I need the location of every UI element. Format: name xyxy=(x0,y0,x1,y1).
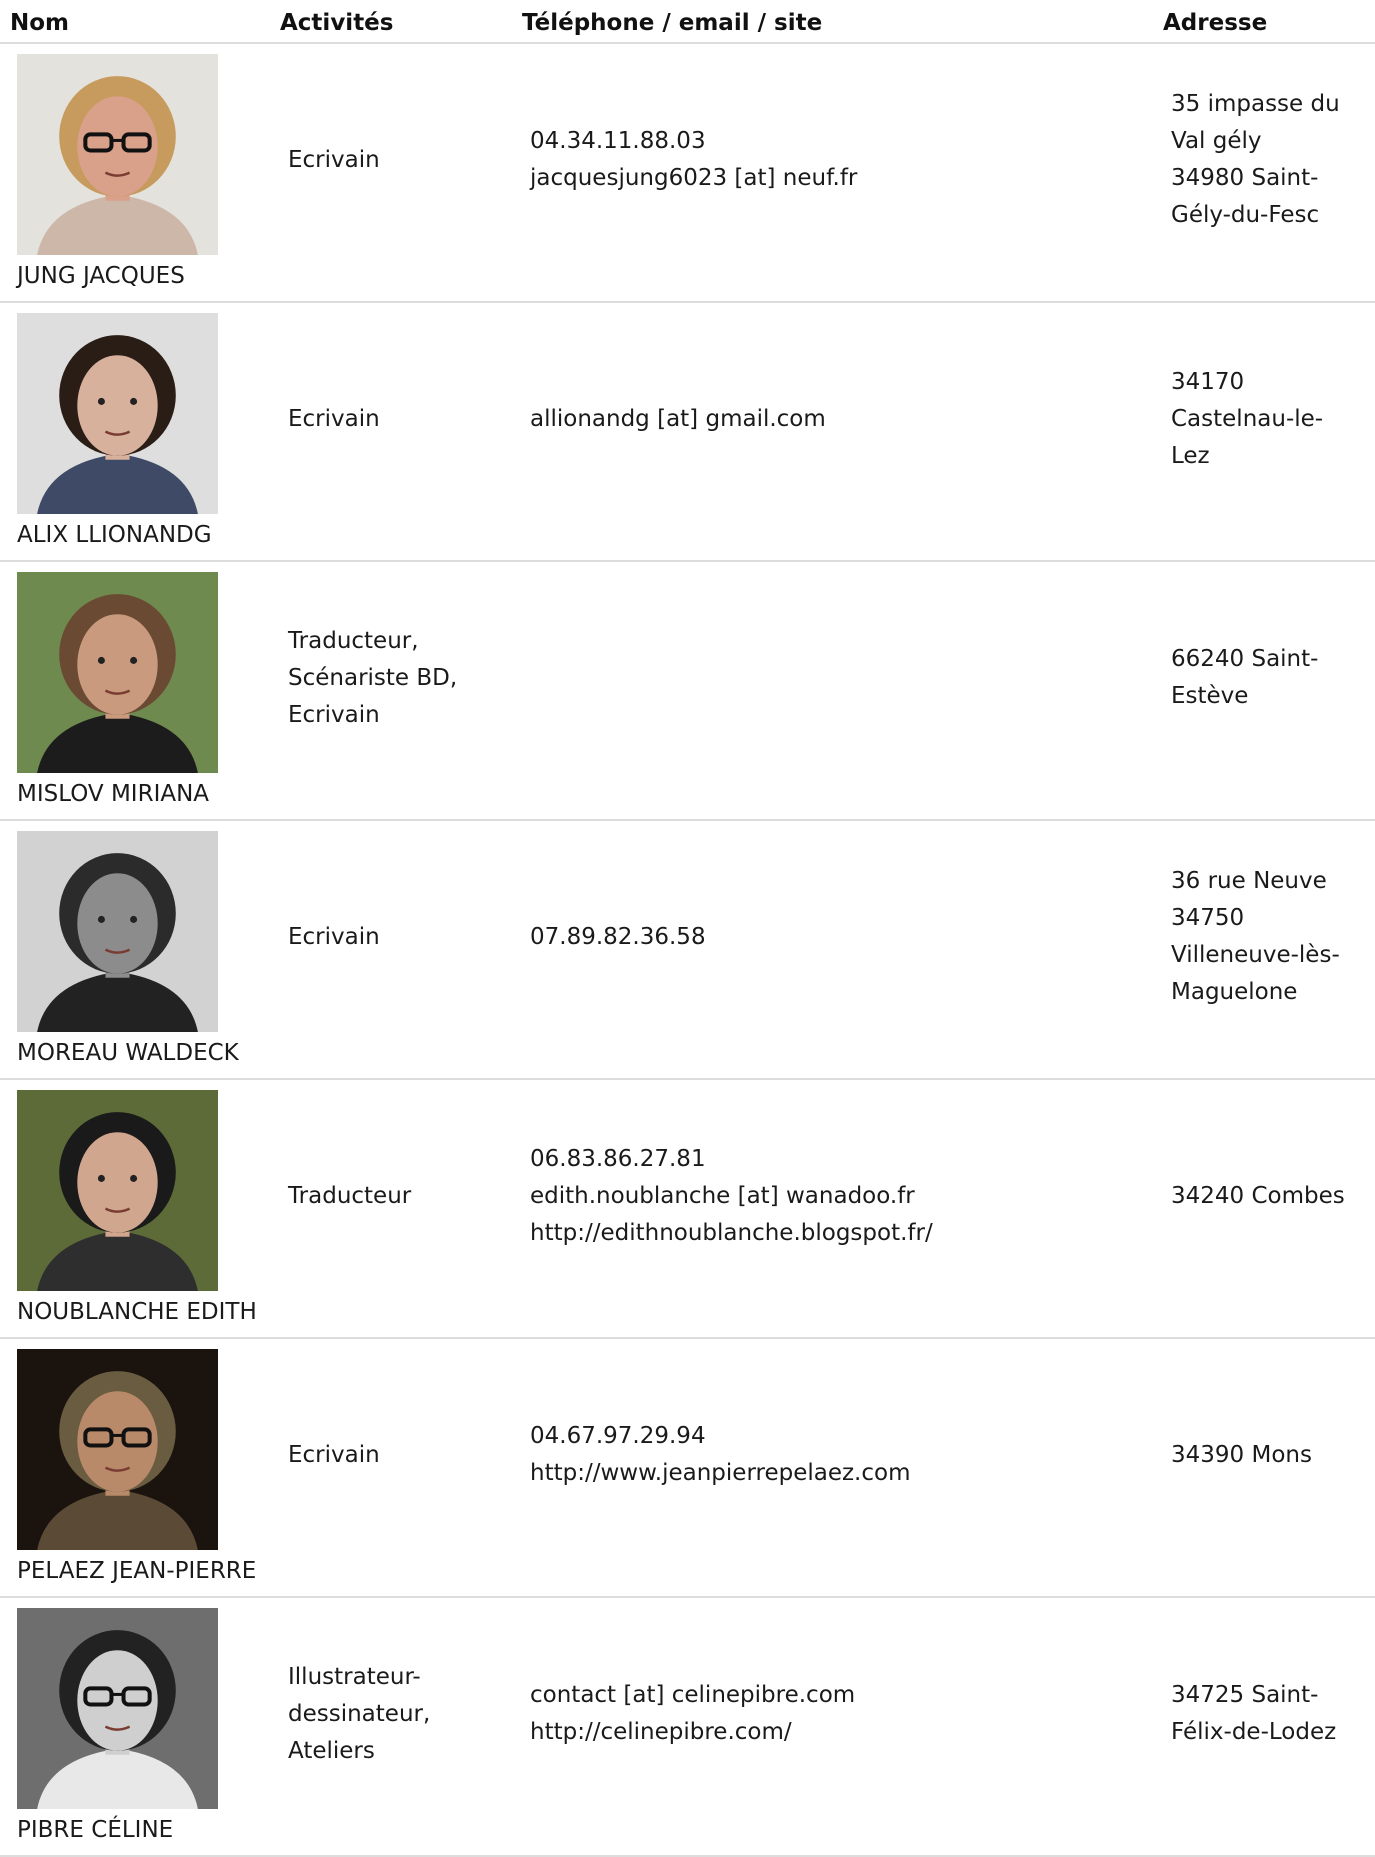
author-photo[interactable] xyxy=(17,1608,218,1809)
activities-cell-line: Ecrivain xyxy=(288,701,380,728)
portrait-image xyxy=(17,313,218,514)
address-cell-line: Castelnau-le- xyxy=(1171,405,1324,432)
address-cell-line: Estève xyxy=(1171,683,1249,709)
address-cell-line: Félix-de-Lodez xyxy=(1171,1719,1337,1745)
contact-cell: 06.83.86.27.81 edith.noublanche [at] wana… xyxy=(530,1080,1130,1312)
address-cell: 35 impasse du Val gély 34980 Saint- Gély-du… xyxy=(1171,44,1371,276)
contact-cell-line[interactable]: http://edithnoublanche.blogspot.fr/ xyxy=(530,1215,933,1252)
address-cell-line: 66240 Saint- xyxy=(1171,646,1319,672)
contact-cell-line[interactable]: jacquesjung6023 [at] neuf.fr xyxy=(530,160,857,197)
activities-cell-line: dessinateur, xyxy=(288,1700,431,1727)
header-adresse: Adresse xyxy=(1163,10,1268,36)
table-row: PELAEZ JEAN-PIERRE Ecrivain 04.67.97.29.94… xyxy=(0,1339,1375,1598)
activities-cell-line: Ecrivain xyxy=(288,405,380,432)
author-name: PELAEZ JEAN-PIERRE xyxy=(17,1558,257,1584)
author-photo[interactable] xyxy=(17,572,218,773)
contact-cell xyxy=(530,562,1130,794)
contact-cell: contact [at] celinepibre.com http://celin… xyxy=(530,1598,1130,1830)
activities-cell-line: Traducteur xyxy=(288,1182,412,1209)
table-row: ALIX LLIONANDG Ecrivain allionandg [at] gm… xyxy=(0,303,1375,562)
portrait-image xyxy=(17,1349,218,1550)
contact-cell-line[interactable]: http://celinepibre.com/ xyxy=(530,1714,855,1751)
header-nom: Nom xyxy=(10,10,70,36)
author-name: PIBRE CÉLINE xyxy=(17,1817,174,1843)
contact-cell-line[interactable]: 04.34.11.88.03 xyxy=(530,123,857,160)
address-cell-line: Val gély xyxy=(1171,128,1262,154)
address-cell-line: Villeneuve-lès- xyxy=(1171,942,1340,968)
address-cell: 34725 Saint- Félix-de-Lodez xyxy=(1171,1598,1371,1830)
address-cell: 34240 Combes xyxy=(1171,1080,1371,1312)
activities-cell: Traducteur xyxy=(288,1080,488,1312)
activities-cell: Ecrivain xyxy=(288,303,488,535)
author-name: JUNG JACQUES xyxy=(17,263,185,289)
table-row: MOREAU WALDECK Ecrivain 07.89.82.36.58 36 r… xyxy=(0,821,1375,1080)
activities-cell-line: Ateliers xyxy=(288,1737,375,1764)
activities-cell-line: Ecrivain xyxy=(288,1441,380,1468)
contact-cell: 04.67.97.29.94 http://www.jeanpierrepelae… xyxy=(530,1339,1130,1571)
contact-cell-line[interactable]: 07.89.82.36.58 xyxy=(530,919,706,956)
table-body: JUNG JACQUES Ecrivain 04.34.11.88.03 jacque… xyxy=(0,44,1375,1857)
address-cell: 34390 Mons xyxy=(1171,1339,1371,1571)
contact-cell: allionandg [at] gmail.com xyxy=(530,303,1130,535)
activities-cell: Ecrivain xyxy=(288,821,488,1053)
activities-cell-line: Ecrivain xyxy=(288,146,380,173)
address-cell-line: 36 rue Neuve xyxy=(1171,868,1327,894)
table-row: JUNG JACQUES Ecrivain 04.34.11.88.03 jacque… xyxy=(0,44,1375,303)
address-cell-line: 34240 Combes xyxy=(1171,1182,1345,1209)
address-cell-line: 34980 Saint- xyxy=(1171,165,1319,191)
portrait-image xyxy=(17,572,218,773)
author-photo[interactable] xyxy=(17,1090,218,1291)
activities-cell-line: Ecrivain xyxy=(288,923,380,950)
contact-cell-line[interactable]: http://www.jeanpierrepelaez.com xyxy=(530,1455,911,1492)
author-name: MISLOV MIRIANA xyxy=(17,781,210,807)
author-photo[interactable] xyxy=(17,54,218,255)
activities-cell-line: Illustrateur- xyxy=(288,1663,421,1690)
activities-cell-line: Scénariste BD, xyxy=(288,664,458,691)
table-row: NOUBLANCHE EDITH Traducteur 06.83.86.27.81… xyxy=(0,1080,1375,1339)
author-name: MOREAU WALDECK xyxy=(17,1040,239,1066)
contact-cell-line[interactable]: contact [at] celinepibre.com xyxy=(530,1677,855,1714)
authors-table: Nom Activités Téléphone / email / site A… xyxy=(0,0,1375,1857)
address-cell: 34170 Castelnau-le- Lez xyxy=(1171,303,1371,535)
table-row: MISLOV MIRIANA Traducteur, Scénariste BD, E… xyxy=(0,562,1375,821)
address-cell-line: 34390 Mons xyxy=(1171,1441,1312,1468)
author-photo[interactable] xyxy=(17,831,218,1032)
table-header: Nom Activités Téléphone / email / site A… xyxy=(0,0,1375,44)
portrait-image xyxy=(17,831,218,1032)
address-cell: 36 rue Neuve 34750 Villeneuve-lès- Maguelon… xyxy=(1171,821,1371,1053)
portrait-image xyxy=(17,54,218,255)
portrait-image xyxy=(17,1608,218,1809)
address-cell-line: 34750 xyxy=(1171,905,1245,931)
contact-cell-line[interactable]: allionandg [at] gmail.com xyxy=(530,401,826,438)
activities-cell: Ecrivain xyxy=(288,1339,488,1571)
contact-cell-line[interactable]: edith.noublanche [at] wanadoo.fr xyxy=(530,1178,933,1215)
activities-cell: Illustrateur-dessinateur, Ateliers xyxy=(288,1598,488,1830)
address-cell-line: 34725 Saint- xyxy=(1171,1682,1319,1708)
header-activites: Activités xyxy=(280,10,394,36)
activities-cell: Ecrivain xyxy=(288,44,488,276)
address-cell-line: Gély-du-Fesc xyxy=(1171,202,1320,228)
activities-cell-line: Traducteur, xyxy=(288,627,419,654)
author-photo[interactable] xyxy=(17,1349,218,1550)
contact-cell-line[interactable]: 06.83.86.27.81 xyxy=(530,1141,933,1178)
address-cell-line: 34170 xyxy=(1171,368,1245,395)
contact-cell: 07.89.82.36.58 xyxy=(530,821,1130,1053)
author-photo[interactable] xyxy=(17,313,218,514)
table-row: PIBRE CÉLINE Illustrateur-dessinateur, Ate… xyxy=(0,1598,1375,1857)
activities-cell: Traducteur, Scénariste BD, Ecrivain xyxy=(288,562,488,794)
author-name: NOUBLANCHE EDITH xyxy=(17,1299,257,1325)
address-cell-line: Lez xyxy=(1171,442,1210,469)
author-name: ALIX LLIONANDG xyxy=(17,522,212,548)
contact-cell: 04.34.11.88.03 jacquesjung6023 [at] neuf.… xyxy=(530,44,1130,276)
address-cell-line: Maguelone xyxy=(1171,979,1298,1005)
address-cell: 66240 Saint- Estève xyxy=(1171,562,1371,794)
address-cell-line: 35 impasse du xyxy=(1171,91,1340,117)
contact-cell-line[interactable]: 04.67.97.29.94 xyxy=(530,1418,911,1455)
portrait-image xyxy=(17,1090,218,1291)
header-contact: Téléphone / email / site xyxy=(522,10,823,36)
